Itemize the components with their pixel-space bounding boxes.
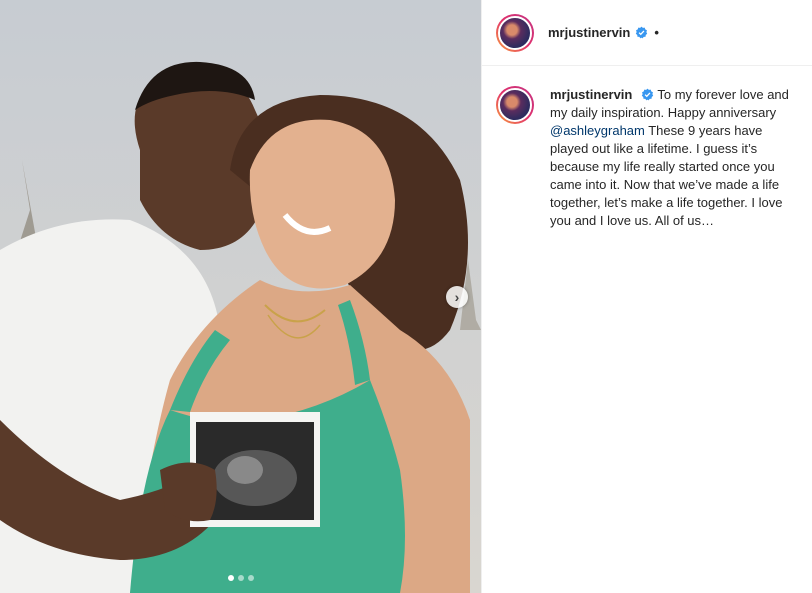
carousel-next-button[interactable]: › xyxy=(446,286,468,308)
verified-badge-icon xyxy=(641,88,654,101)
carousel-indicator xyxy=(0,575,481,581)
carousel-dot-1 xyxy=(227,575,234,581)
avatar[interactable] xyxy=(496,13,534,52)
carousel-dot-3 xyxy=(247,575,254,581)
caption-username[interactable]: mrjustinervin xyxy=(550,87,632,102)
carousel-dot-2 xyxy=(237,575,244,581)
header-username[interactable]: mrjustinervin xyxy=(548,25,630,40)
caption-mention-link[interactable]: @ashleygraham xyxy=(550,123,645,138)
header-separator: • xyxy=(654,25,659,40)
avatar-image xyxy=(498,15,532,50)
chevron-right-icon: › xyxy=(454,289,460,305)
caption-text: mrjustinervin To my forever love and my … xyxy=(550,86,790,230)
avatar-image xyxy=(498,88,532,122)
photo-illustration xyxy=(0,0,481,593)
post-caption: mrjustinervin To my forever love and my … xyxy=(482,66,812,230)
post-photo[interactable]: › xyxy=(0,0,481,593)
caption-avatar[interactable] xyxy=(496,86,534,124)
verified-badge-icon xyxy=(636,26,648,39)
post-side-panel: mrjustinervin • mrjustinervin To my fore… xyxy=(481,0,812,593)
caption-body-end: These 9 years have played out like a lif… xyxy=(550,123,783,228)
post-header: mrjustinervin • xyxy=(482,0,812,66)
